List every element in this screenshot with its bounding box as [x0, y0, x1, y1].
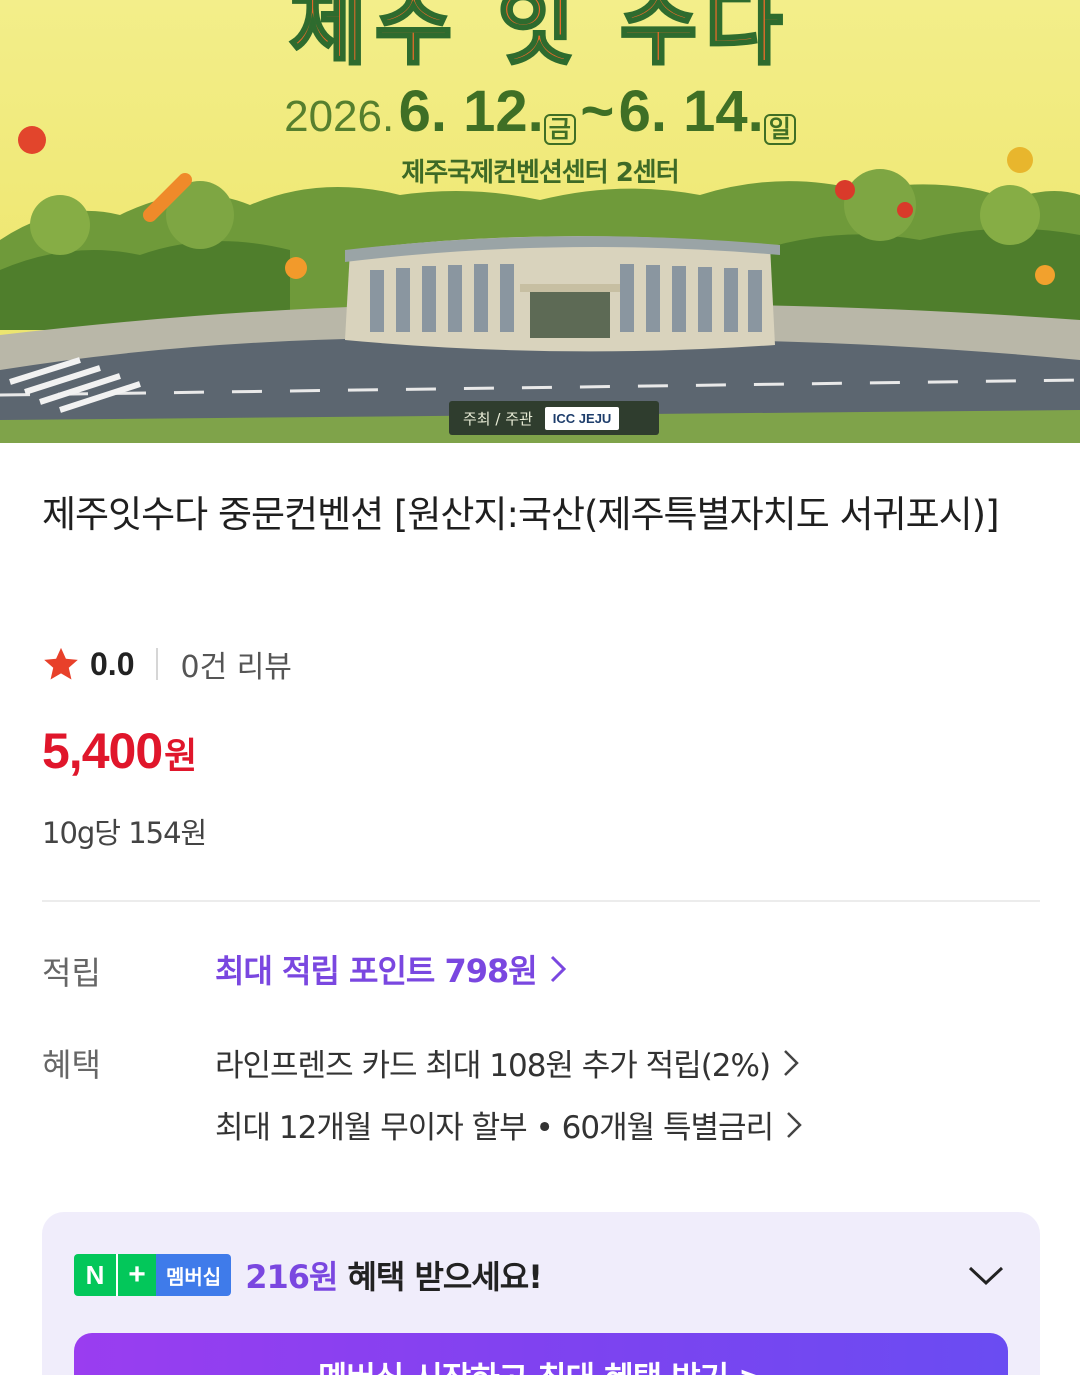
membership-benefit-card: N + 멤버십 216원 혜택 받으세요! 멤버십 시작하고 최대 혜택 받기 …: [42, 1212, 1040, 1375]
price-amount: 5,400: [42, 723, 163, 779]
points-label: 적립: [42, 954, 101, 992]
star-icon: [44, 647, 78, 680]
max-points-link[interactable]: 최대 적립 포인트 798원: [215, 946, 567, 992]
naver-plus-membership-badge: N + 멤버십: [74, 1254, 232, 1296]
membership-benefit-amount: 216원: [245, 1258, 338, 1296]
installment-benefit-link[interactable]: 최대 12개월 무이자 할부 • 60개월 특별금리: [215, 1102, 803, 1147]
card-benefit-link[interactable]: 라인프렌즈 카드 최대 108원 추가 적립(2%): [215, 1040, 800, 1085]
benefits-label: 혜택: [42, 1046, 101, 1084]
price-unit: 원: [164, 736, 198, 777]
max-points-text: 최대 적립 포인트 798원: [215, 952, 538, 990]
rating-summary[interactable]: 0.0 0건 리뷰: [42, 640, 292, 688]
chevron-right-icon: [787, 1111, 802, 1138]
badge-n: N: [74, 1254, 116, 1296]
date-year: 2026.: [284, 92, 395, 141]
host-label: 주최 / 주관: [463, 409, 533, 428]
date-separator: ~: [580, 79, 615, 144]
unit-price: 10g당 154원: [42, 816, 207, 850]
chevron-down-icon[interactable]: [966, 1260, 1006, 1290]
section-divider: [42, 900, 1040, 902]
date-start: 6. 12.: [398, 79, 544, 144]
chevron-right-icon: [784, 1049, 799, 1076]
product-title: 제주잇수다 중문컨벤션 [원산지:국산(제주특별자치도 서귀포시)]: [42, 493, 1000, 536]
banner-venue: 제주국제컨벤션센터 2센터: [401, 158, 679, 188]
price: 5,400 원: [42, 722, 197, 780]
badge-label: 멤버십: [156, 1254, 232, 1296]
review-count-link[interactable]: 0건 리뷰: [180, 642, 291, 686]
chevron-right-icon: [550, 955, 566, 983]
card-benefit-text: 라인프렌즈 카드 최대 108원 추가 적립(2%): [215, 1048, 771, 1084]
host-tag: 주최 / 주관 ICC JEJU: [449, 401, 659, 435]
rating-divider: [156, 648, 159, 680]
product-hero-image[interactable]: 제주 잇 수다 2026. 6. 12. 금 ~ 6. 14. 일 제주국제컨벤션센…: [0, 0, 1080, 443]
badge-plus: +: [116, 1254, 156, 1296]
date-start-dow: 금: [543, 114, 576, 146]
start-membership-button[interactable]: 멤버십 시작하고 최대 혜택 받기 >: [74, 1333, 1008, 1375]
icc-jeju-logo: ICC JEJU: [544, 406, 620, 430]
date-end: 6. 14.: [618, 79, 764, 144]
installment-benefit-text: 최대 12개월 무이자 할부 • 60개월 특별금리: [215, 1110, 774, 1146]
banner-title: 제주 잇 수다: [288, 0, 791, 78]
membership-summary[interactable]: N + 멤버십 216원 혜택 받으세요!: [74, 1252, 543, 1298]
rating-score: 0.0: [90, 645, 135, 682]
banner-event-date: 2026. 6. 12. 금 ~ 6. 14. 일: [0, 78, 1080, 146]
date-end-dow: 일: [763, 114, 796, 146]
membership-benefit-text: 혜택 받으세요!: [347, 1258, 542, 1296]
